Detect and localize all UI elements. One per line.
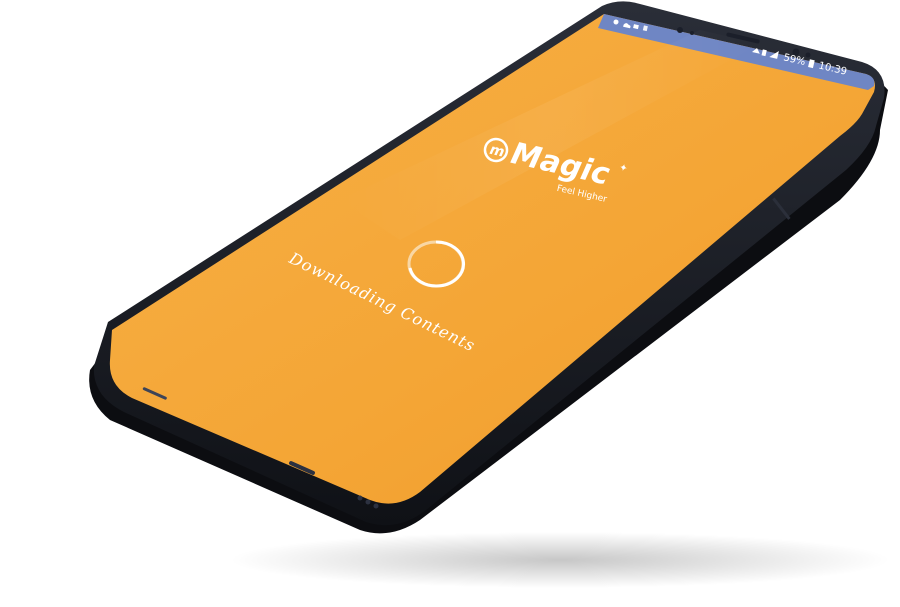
floor-shadow	[230, 532, 890, 588]
product-mockup: 59% 10:39 m Magic ✦ Feel Higher Download…	[0, 0, 900, 607]
camera-icon	[677, 27, 683, 33]
phone-scene: 59% 10:39 m Magic ✦ Feel Higher Download…	[89, 1, 890, 588]
